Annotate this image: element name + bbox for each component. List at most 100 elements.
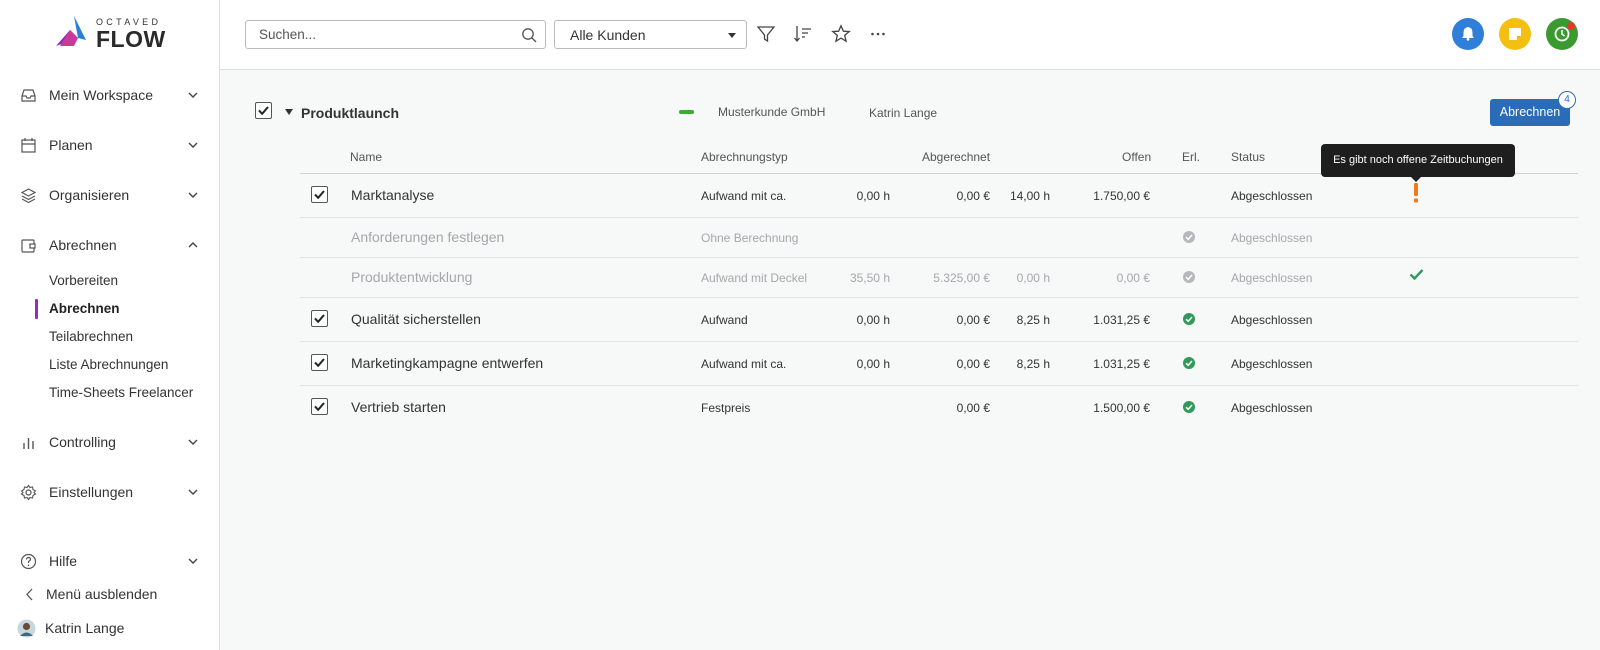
sidebar-item-label: Einstellungen bbox=[49, 484, 134, 500]
layers-icon bbox=[20, 188, 37, 204]
row-open-hours: 0,00 h bbox=[1016, 271, 1050, 285]
logo[interactable]: OCTAVED FLOW bbox=[56, 16, 176, 52]
sidebar-subitem-abrechnen[interactable]: Abrechnen bbox=[49, 301, 120, 316]
check-icon bbox=[314, 358, 325, 368]
row-open-amount: 1.500,00 € bbox=[1093, 401, 1150, 415]
row-status: Abgeschlossen bbox=[1231, 189, 1313, 203]
sidebar-item-label: Organisieren bbox=[49, 187, 130, 203]
sidebar-subitem-vorbereiten[interactable]: Vorbereiten bbox=[49, 273, 118, 288]
help-icon bbox=[20, 553, 37, 570]
column-header-billed[interactable]: Abgerechnet bbox=[922, 150, 990, 164]
sidebar-item-abrechnen[interactable]: Abrechnen bbox=[0, 229, 219, 261]
search-input[interactable] bbox=[259, 21, 509, 48]
row-billed-amount: 0,00 € bbox=[956, 189, 990, 203]
column-header-status[interactable]: Status bbox=[1231, 150, 1265, 164]
sidebar-subitem-teilabrechnen[interactable]: Teilabrechnen bbox=[49, 329, 133, 344]
row-name: Qualität sicherstellen bbox=[351, 311, 481, 327]
done-check-icon bbox=[1183, 271, 1195, 283]
notifications-button[interactable] bbox=[1452, 18, 1484, 50]
row-divider bbox=[300, 257, 1578, 258]
sidebar-item-planen[interactable]: Planen bbox=[0, 129, 219, 161]
sidebar-item-label: Mein Workspace bbox=[49, 87, 154, 103]
chevron-down-icon bbox=[188, 92, 198, 98]
invoice-icon bbox=[21, 239, 36, 253]
sidebar-subitem-liste-abrechnungen[interactable]: Liste Abrechnungen bbox=[49, 357, 168, 372]
bell-icon bbox=[1462, 27, 1474, 41]
group-checkbox[interactable] bbox=[255, 102, 272, 119]
row-checkbox[interactable] bbox=[311, 398, 328, 415]
row-billed-hours: 35,50 h bbox=[849, 271, 890, 285]
check-icon bbox=[258, 106, 269, 116]
row-billed-amount: 5.325,00 € bbox=[933, 271, 990, 285]
sidebar-item-label: Controlling bbox=[49, 434, 116, 450]
row-open-amount: 1.031,25 € bbox=[1093, 357, 1150, 371]
user-name: Katrin Lange bbox=[45, 620, 125, 636]
check-icon bbox=[314, 402, 325, 412]
collapse-triangle-icon[interactable] bbox=[285, 109, 293, 115]
row-name: Marktanalyse bbox=[351, 187, 435, 203]
caret-down-icon bbox=[728, 33, 736, 38]
warning-icon[interactable] bbox=[1413, 183, 1419, 203]
column-header-billing-type[interactable]: Abrechnungstyp bbox=[701, 150, 788, 164]
timer-button[interactable] bbox=[1546, 18, 1578, 50]
row-billed-hours: 0,00 h bbox=[856, 313, 890, 327]
star-icon[interactable] bbox=[831, 24, 851, 44]
chevron-down-icon bbox=[188, 142, 198, 148]
row-billing-type: Aufwand bbox=[701, 313, 748, 327]
row-checkbox[interactable] bbox=[311, 354, 328, 371]
hide-menu-button[interactable]: Menü ausblenden bbox=[0, 578, 219, 610]
row-status: Abgeschlossen bbox=[1231, 271, 1313, 285]
sidebar-item-controlling[interactable]: Controlling bbox=[0, 426, 219, 458]
sort-icon[interactable] bbox=[793, 24, 813, 44]
recording-dot bbox=[1567, 22, 1575, 30]
column-header-name[interactable]: Name bbox=[350, 150, 382, 164]
row-checkbox[interactable] bbox=[311, 310, 328, 327]
row-billing-type: Festpreis bbox=[701, 401, 751, 415]
chevron-down-icon bbox=[188, 192, 198, 198]
row-open-amount: 0,00 € bbox=[1116, 271, 1150, 285]
gear-icon bbox=[20, 484, 37, 501]
row-billed-hours: 0,00 h bbox=[856, 357, 890, 371]
row-divider bbox=[300, 341, 1578, 342]
filter-icon[interactable] bbox=[756, 24, 776, 44]
check-icon bbox=[314, 314, 325, 324]
open-bookings-tooltip: Es gibt noch offene Zeitbuchungen bbox=[1321, 144, 1515, 182]
customer-select[interactable]: Alle Kunden bbox=[554, 20, 747, 49]
column-header-done[interactable]: Erl. bbox=[1182, 150, 1200, 164]
group-client: Musterkunde GmbH bbox=[718, 105, 826, 119]
row-checkbox[interactable] bbox=[311, 186, 328, 203]
sidebar-item-einstellungen[interactable]: Einstellungen bbox=[0, 476, 219, 508]
sidebar-item-label: Hilfe bbox=[49, 553, 78, 569]
search-box[interactable] bbox=[245, 20, 546, 49]
row-open-amount: 1.750,00 € bbox=[1093, 189, 1150, 203]
row-name: Anforderungen festlegen bbox=[351, 229, 505, 245]
sidebar: OCTAVED FLOW Mein Workspace Planen Organ… bbox=[0, 0, 220, 650]
chevron-left-icon bbox=[26, 588, 33, 601]
avatar bbox=[17, 619, 36, 638]
row-divider bbox=[300, 217, 1578, 218]
notes-button[interactable] bbox=[1499, 18, 1531, 50]
done-check-icon bbox=[1183, 401, 1195, 413]
sidebar-item-hilfe[interactable]: Hilfe bbox=[0, 545, 219, 577]
sidebar-item-label: Abrechnen bbox=[49, 237, 117, 253]
sidebar-subitem-time-sheets[interactable]: Time-Sheets Freelancer bbox=[49, 385, 193, 400]
sidebar-item-organisieren[interactable]: Organisieren bbox=[0, 179, 219, 211]
user-profile[interactable]: Katrin Lange bbox=[0, 612, 219, 644]
row-status: Abgeschlossen bbox=[1231, 401, 1313, 415]
more-icon[interactable] bbox=[868, 24, 888, 44]
group-title[interactable]: Produktlaunch bbox=[301, 105, 399, 121]
row-billing-type: Ohne Berechnung bbox=[701, 231, 799, 245]
chevron-down-icon bbox=[188, 558, 198, 564]
active-indicator bbox=[35, 299, 38, 319]
sidebar-item-workspace[interactable]: Mein Workspace bbox=[0, 79, 219, 111]
done-check-icon bbox=[1183, 313, 1195, 325]
search-icon[interactable] bbox=[521, 27, 537, 43]
row-billing-type: Aufwand mit ca. bbox=[701, 189, 787, 203]
row-status: Abgeschlossen bbox=[1231, 313, 1313, 327]
row-name: Marketingkampagne entwerfen bbox=[351, 355, 544, 371]
top-toolbar: Alle Kunden bbox=[220, 0, 1600, 70]
row-billed-amount: 0,00 € bbox=[956, 313, 990, 327]
row-status: Abgeschlossen bbox=[1231, 231, 1313, 245]
row-name: Produktentwicklung bbox=[351, 269, 473, 285]
column-header-open[interactable]: Offen bbox=[1122, 150, 1151, 164]
